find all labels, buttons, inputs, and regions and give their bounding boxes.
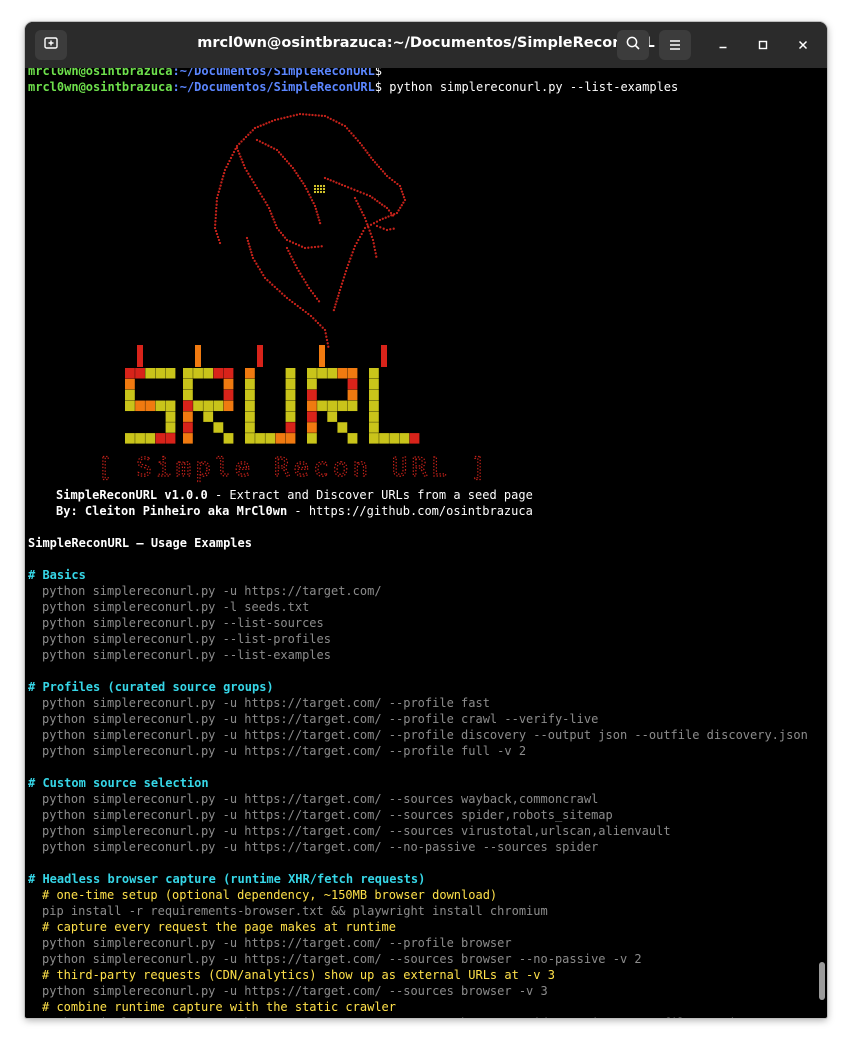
section-heading: # Profiles (curated source groups): [28, 680, 274, 694]
minimize-button[interactable]: [713, 35, 733, 55]
example-command-line: python simplereconurl.py --list-profiles: [42, 632, 331, 646]
comment-line: # one-time setup (optional dependency, ~…: [42, 888, 498, 902]
terminal-window: mrcl0wn@osintbrazuca:~/Documentos/Simple…: [25, 22, 827, 1018]
title-bar: mrcl0wn@osintbrazuca:~/Documentos/Simple…: [25, 22, 827, 68]
scrollbar[interactable]: [815, 68, 825, 1018]
version-line: SimpleReconURL v1.0.0 - Extract and Disc…: [56, 488, 533, 502]
hamburger-menu-icon: [668, 36, 682, 55]
example-command-line: python simplereconurl.py -u https://targ…: [42, 936, 512, 950]
example-command-line: python simplereconurl.py -u https://targ…: [42, 808, 613, 822]
example-command-line: python simplereconurl.py -u https://targ…: [42, 840, 599, 854]
minimize-icon: [717, 36, 729, 55]
window-title: mrcl0wn@osintbrazuca:~/Documentos/Simple…: [197, 35, 655, 51]
scrollbar-thumb[interactable]: [819, 962, 825, 1000]
search-icon: [625, 35, 641, 55]
usage-title: SimpleReconURL — Usage Examples: [28, 536, 252, 550]
section-heading: # Headless browser capture (runtime XHR/…: [28, 872, 426, 886]
search-button[interactable]: [617, 30, 649, 60]
example-command-line: pip install -r requirements-browser.txt …: [42, 904, 548, 918]
example-command-line: python simplereconurl.py --list-examples: [42, 648, 331, 662]
comment-line: # capture every request the page makes a…: [42, 920, 397, 934]
maximize-button[interactable]: [753, 35, 773, 55]
example-command-line: python simplereconurl.py -u https://targ…: [42, 792, 599, 806]
author-line: By: Cleiton Pinheiro aka MrCl0wn - https…: [56, 504, 533, 518]
example-command-line: python simplereconurl.py -u https://targ…: [42, 584, 382, 598]
terminal-output[interactable]: mrcl0wn@osintbrazuca:~/Documentos/Simple…: [25, 68, 815, 1018]
section-heading: # Custom source selection: [28, 776, 209, 790]
example-command-line: python simplereconurl.py -u https://targ…: [42, 1015, 757, 1018]
example-command-line: python simplereconurl.py --list-sources: [42, 616, 324, 630]
banner-tagline: [ Simple Recon URL ]: [97, 453, 490, 483]
comment-line: # third-party requests (CDN/analytics) s…: [42, 968, 555, 982]
example-command-line: python simplereconurl.py -u https://targ…: [42, 952, 642, 966]
example-command-line: python simplereconurl.py -u https://targ…: [42, 728, 808, 742]
example-command-line: python simplereconurl.py -u https://targ…: [42, 744, 527, 758]
example-command-line: python simplereconurl.py -u https://targ…: [42, 824, 671, 838]
example-command-line: python simplereconurl.py -u https://targ…: [42, 712, 599, 726]
new-tab-icon: [43, 35, 59, 55]
example-command-line: python simplereconurl.py -u https://targ…: [42, 984, 548, 998]
comment-line: # combine runtime capture with the stati…: [42, 1000, 397, 1014]
maximize-icon: [757, 36, 769, 55]
menu-button[interactable]: [659, 30, 691, 60]
dog-dot-art: [213, 112, 407, 348]
example-command-line: python simplereconurl.py -u https://targ…: [42, 696, 490, 710]
srurl-logo: [125, 345, 420, 444]
section-heading: # Basics: [28, 568, 86, 582]
close-button[interactable]: [793, 35, 813, 55]
example-command-line: python simplereconurl.py -l seeds.txt: [42, 600, 310, 614]
new-tab-button[interactable]: [35, 30, 67, 60]
close-icon: [797, 36, 809, 55]
banner-art: [ Simple Recon URL ]: [96, 112, 490, 484]
